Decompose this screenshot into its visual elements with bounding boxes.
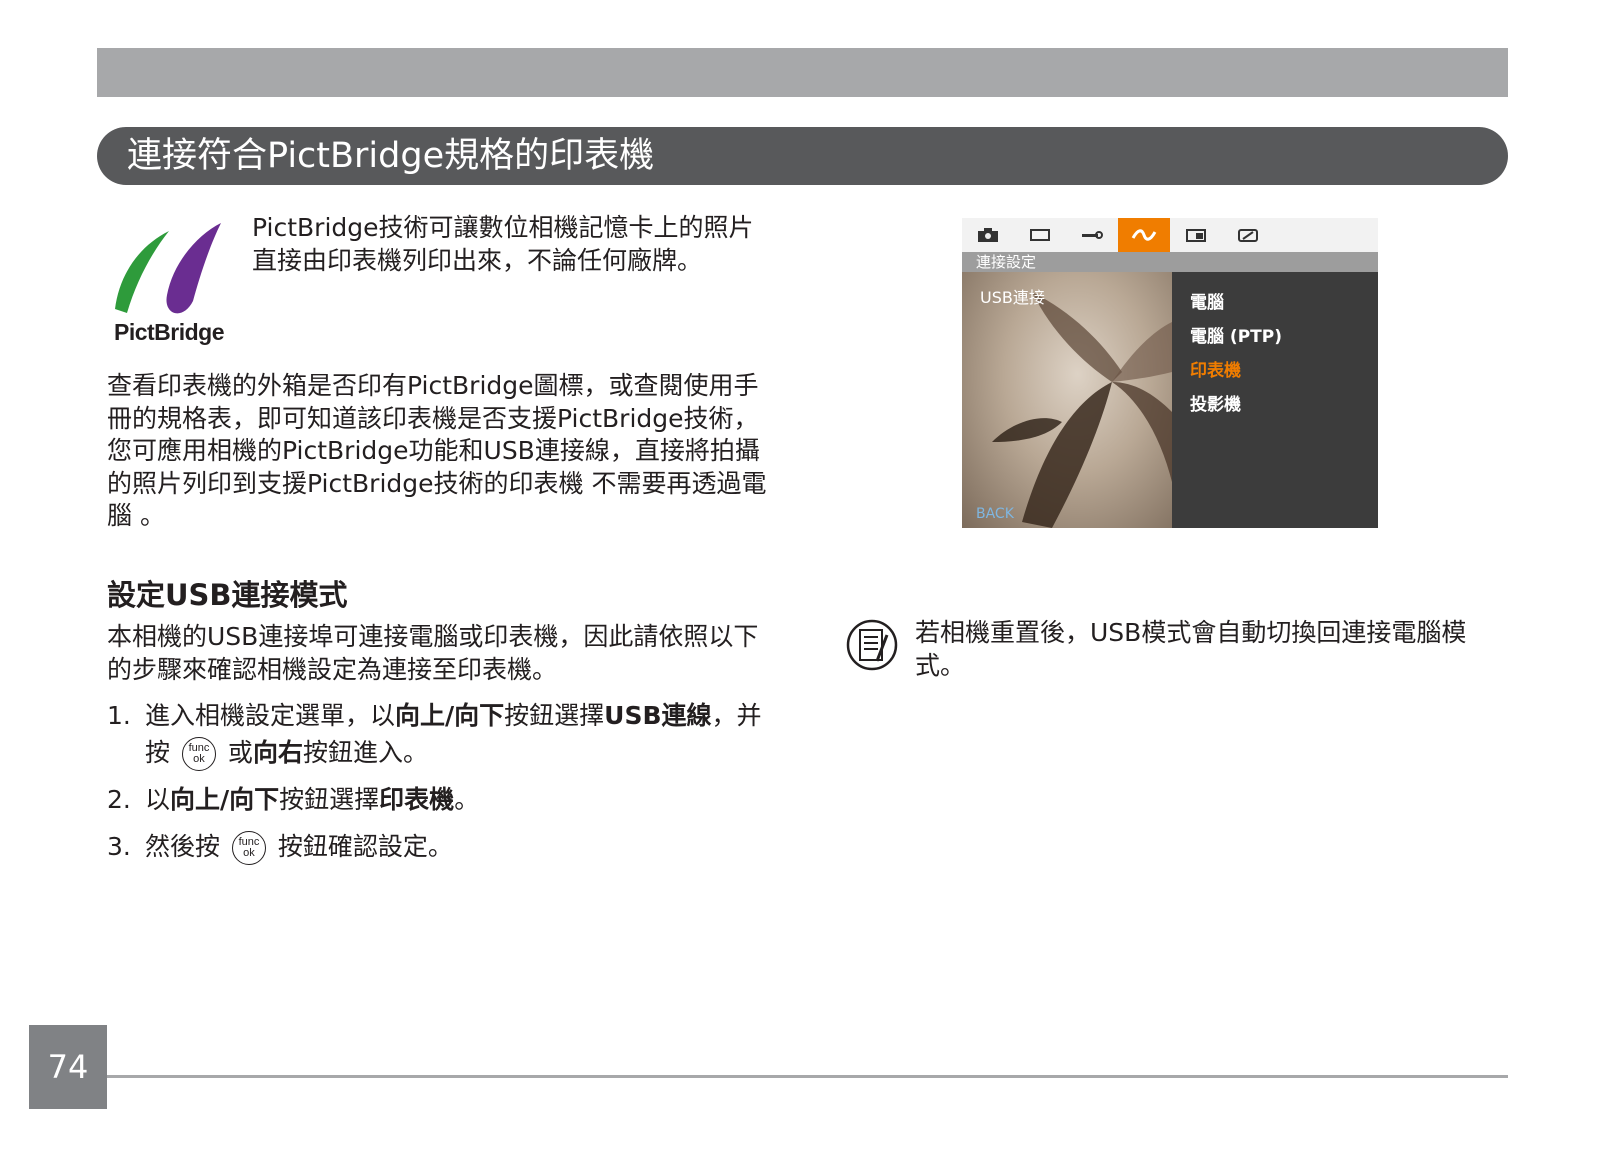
flower-photo bbox=[962, 272, 1172, 528]
option-printer: 印表機 bbox=[1190, 361, 1241, 381]
camera-menu-title: 連接設定 bbox=[976, 253, 1037, 271]
step-number: 1. bbox=[107, 701, 131, 730]
menu-item-name: USB連線 bbox=[604, 701, 712, 730]
usb-connection-label: USB連接 bbox=[980, 288, 1045, 307]
connection-options: 電腦 電腦 (PTP) 印表機 投影機 bbox=[1172, 272, 1378, 528]
page-number: 74 bbox=[29, 1025, 107, 1109]
pictbridge-logo-icon bbox=[115, 223, 221, 314]
steps-list: 1. 進入相機設定選單，以向上/向下按鈕選擇USB連線，并按 func ok 或向… bbox=[107, 697, 767, 875]
menu-item-name: 印表機 bbox=[379, 785, 455, 814]
step-text: 以 bbox=[145, 785, 171, 814]
step-text: 按鈕確認設定。 bbox=[277, 832, 453, 861]
func-ok-button-icon: func ok bbox=[181, 737, 216, 771]
camera-menu-header: 連接設定 bbox=[962, 252, 1378, 272]
flower-silhouette-icon bbox=[992, 292, 1172, 528]
pictbridge-logo: PictBridge bbox=[107, 217, 231, 353]
option-computer: 電腦 bbox=[1190, 293, 1224, 313]
footer-divider bbox=[107, 1075, 1508, 1078]
note-text: 若相機重置後，USB模式會自動切換回連接電腦模式。 bbox=[915, 618, 1467, 680]
compatibility-paragraph: 查看印表機的外箱是否印有PictBridge圖標，或查閱使用手冊的規格表，即可知… bbox=[107, 371, 767, 530]
note-icon bbox=[845, 617, 899, 673]
top-banner bbox=[97, 48, 1508, 97]
wrench-icon bbox=[1066, 218, 1118, 252]
step-text: 。 bbox=[454, 785, 480, 814]
page-title: 連接符合PictBridge規格的印表機 bbox=[97, 127, 1508, 185]
section-paragraph: 本相機的USB連接埠可連接電腦或印表機，因此請依照以下的步驟來確認相機設定為連接… bbox=[107, 622, 759, 684]
button-name: 向上/向下 bbox=[170, 785, 280, 814]
step-number: 2. bbox=[107, 785, 131, 814]
func-ok-button-icon: func ok bbox=[231, 831, 266, 865]
back-label: BACK bbox=[976, 506, 1014, 522]
list-item: 2. 以向上/向下按鈕選擇印表機。 bbox=[107, 781, 767, 818]
list-item: 1. 進入相機設定選單，以向上/向下按鈕選擇USB連線，并按 func ok 或向… bbox=[107, 697, 767, 771]
camera-icon bbox=[962, 218, 1014, 252]
step-text: 按鈕選擇 bbox=[504, 701, 605, 730]
button-name: 向右 bbox=[252, 738, 303, 767]
playback-icon bbox=[1014, 218, 1066, 252]
step-text: 或 bbox=[227, 738, 253, 767]
logo-wordmark: PictBridge bbox=[113, 319, 225, 345]
section-heading: 設定USB連接模式 bbox=[107, 578, 348, 612]
screen-icon bbox=[1170, 218, 1222, 252]
option-projector: 投影機 bbox=[1190, 395, 1241, 415]
intro-paragraph: PictBridge技術可讓數位相機記憶卡上的照片直接由印表機列印出來，不論任何… bbox=[252, 213, 754, 275]
step-text: 進入相機設定選單，以 bbox=[145, 701, 396, 730]
camera-menu-icon-bar bbox=[962, 218, 1378, 252]
list-item: 3. 然後按 func ok 按鈕確認設定。 bbox=[107, 828, 767, 865]
display-icon bbox=[1222, 218, 1274, 252]
step-text: 然後按 bbox=[145, 832, 221, 861]
connection-icon bbox=[1118, 218, 1170, 252]
camera-screen-image: 連接設定 USB連接 BACK 電腦 電腦 (PTP) 印表機 投影機 bbox=[962, 218, 1378, 528]
step-number: 3. bbox=[107, 832, 131, 861]
option-computer-ptp: 電腦 (PTP) bbox=[1190, 327, 1282, 347]
step-text: 按鈕選擇 bbox=[279, 785, 380, 814]
button-name: 向上/向下 bbox=[395, 701, 505, 730]
step-text: 按鈕進入。 bbox=[302, 738, 428, 767]
